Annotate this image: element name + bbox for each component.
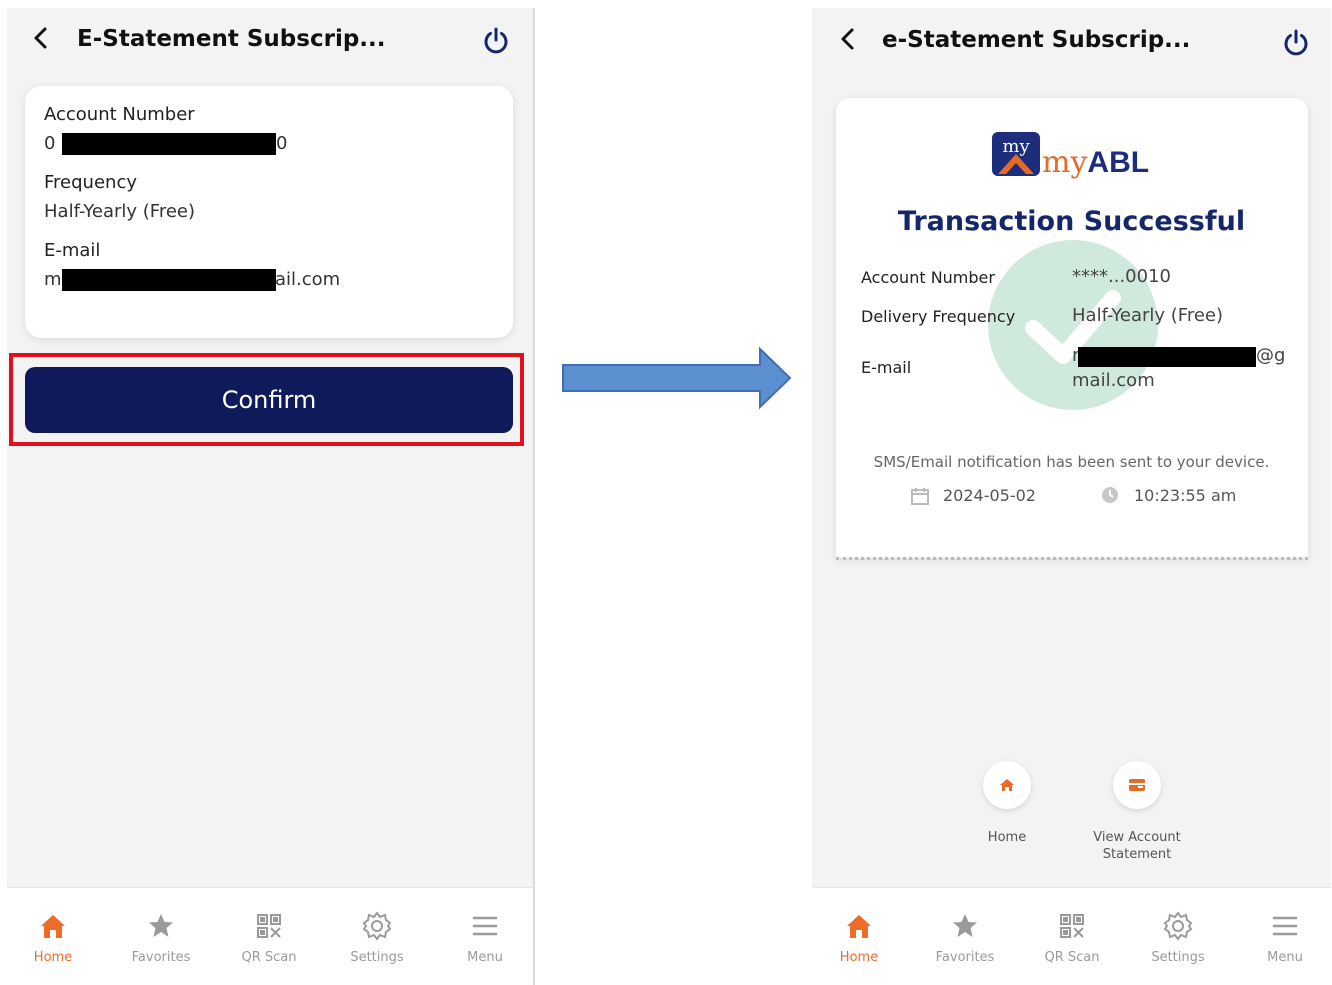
delivery-frequency-label: Delivery Frequency	[861, 307, 1016, 326]
nav-label: Home	[33, 950, 73, 965]
time-value: 10:23:55 am	[1134, 486, 1237, 505]
email-label: E-mail	[861, 358, 912, 377]
redaction-bar	[62, 269, 276, 291]
email-value-end: ail.com	[275, 269, 341, 290]
nav-label: Favorites	[131, 950, 191, 965]
back-icon[interactable]	[29, 23, 53, 53]
statement-icon	[1113, 761, 1161, 809]
email-value-line2: mail.com	[1072, 370, 1155, 391]
nav-settings[interactable]: Settings	[1138, 888, 1218, 985]
nav-label: Favorites	[935, 950, 995, 965]
menu-icon	[469, 910, 501, 942]
home-action-button[interactable]: Home	[942, 761, 1072, 846]
bottom-nav: Home Favorites QR Scan Settings Menu	[7, 887, 533, 985]
nav-label: Settings	[350, 950, 404, 965]
nav-qr-scan[interactable]: QR Scan	[1032, 888, 1112, 985]
email-label: E-mail	[44, 240, 101, 261]
abl-logo-text: myABL	[1042, 145, 1150, 180]
right-arrow-icon	[560, 345, 795, 411]
account-number-start: 0	[44, 133, 56, 154]
clock-icon	[1100, 485, 1120, 509]
account-number-label: Account Number	[44, 104, 195, 125]
success-title: Transaction Successful	[897, 206, 1246, 237]
email-value-start: m	[44, 269, 62, 290]
app-header: E-Statement Subscrip...	[7, 8, 533, 74]
calendar-icon	[910, 486, 930, 510]
date-value: 2024-05-02	[943, 486, 1036, 505]
redaction-bar	[62, 133, 276, 155]
nav-label: Settings	[1151, 950, 1205, 965]
action-label: Home	[987, 830, 1027, 845]
nav-label: QR Scan	[1044, 950, 1100, 965]
home-icon	[983, 761, 1031, 809]
nav-label: Home	[839, 950, 879, 965]
nav-label: Menu	[467, 950, 503, 965]
nav-menu[interactable]: Menu	[1245, 888, 1325, 985]
confirm-screen: E-Statement Subscrip... Account Number 0…	[7, 8, 533, 985]
power-icon[interactable]	[481, 25, 511, 55]
nav-qr-scan[interactable]: QR Scan	[229, 888, 309, 985]
confirm-button[interactable]: Confirm	[25, 367, 513, 433]
nav-menu[interactable]: Menu	[445, 888, 525, 985]
nav-label: QR Scan	[241, 950, 297, 965]
screen-divider	[533, 8, 535, 985]
account-number-value: ****...0010	[1072, 266, 1171, 287]
details-card: Account Number 0 0 Frequency Half-Yearly…	[25, 86, 513, 338]
account-number-end: 0	[276, 133, 288, 154]
email-value-end: @g	[1256, 345, 1286, 366]
qr-icon	[253, 910, 285, 942]
delivery-frequency-value: Half-Yearly (Free)	[1072, 305, 1224, 326]
power-icon[interactable]	[1281, 27, 1311, 57]
gear-icon	[1162, 910, 1194, 942]
back-icon[interactable]	[836, 24, 860, 54]
star-icon	[949, 910, 981, 942]
app-header: e-Statement Subscrip...	[812, 8, 1331, 74]
notification-text: SMS/Email notification has been sent to …	[873, 453, 1270, 471]
qr-icon	[1056, 910, 1088, 942]
nav-home[interactable]: Home	[819, 888, 899, 985]
page-title: e-Statement Subscrip...	[882, 27, 1191, 53]
frequency-label: Frequency	[44, 172, 137, 193]
nav-home[interactable]: Home	[13, 888, 93, 985]
nav-settings[interactable]: Settings	[337, 888, 417, 985]
account-number-label: Account Number	[861, 268, 995, 287]
success-screen: e-Statement Subscrip... my myABL Transac…	[812, 8, 1331, 985]
view-account-statement-button[interactable]: View Account Statement	[1072, 761, 1202, 863]
menu-icon	[1269, 910, 1301, 942]
nav-label: Menu	[1267, 950, 1303, 965]
receipt-edge	[836, 557, 1308, 560]
bottom-nav: Home Favorites QR Scan Settings Menu	[812, 887, 1331, 985]
frequency-value: Half-Yearly (Free)	[44, 201, 196, 222]
page-title: E-Statement Subscrip...	[77, 26, 386, 52]
home-icon	[37, 910, 69, 942]
redaction-bar	[1078, 347, 1256, 367]
star-icon	[145, 910, 177, 942]
nav-favorites[interactable]: Favorites	[121, 888, 201, 985]
gear-icon	[361, 910, 393, 942]
svg-text:my: my	[1002, 136, 1030, 157]
nav-favorites[interactable]: Favorites	[925, 888, 1005, 985]
home-icon	[843, 910, 875, 942]
action-label: View Account Statement	[1093, 830, 1181, 862]
